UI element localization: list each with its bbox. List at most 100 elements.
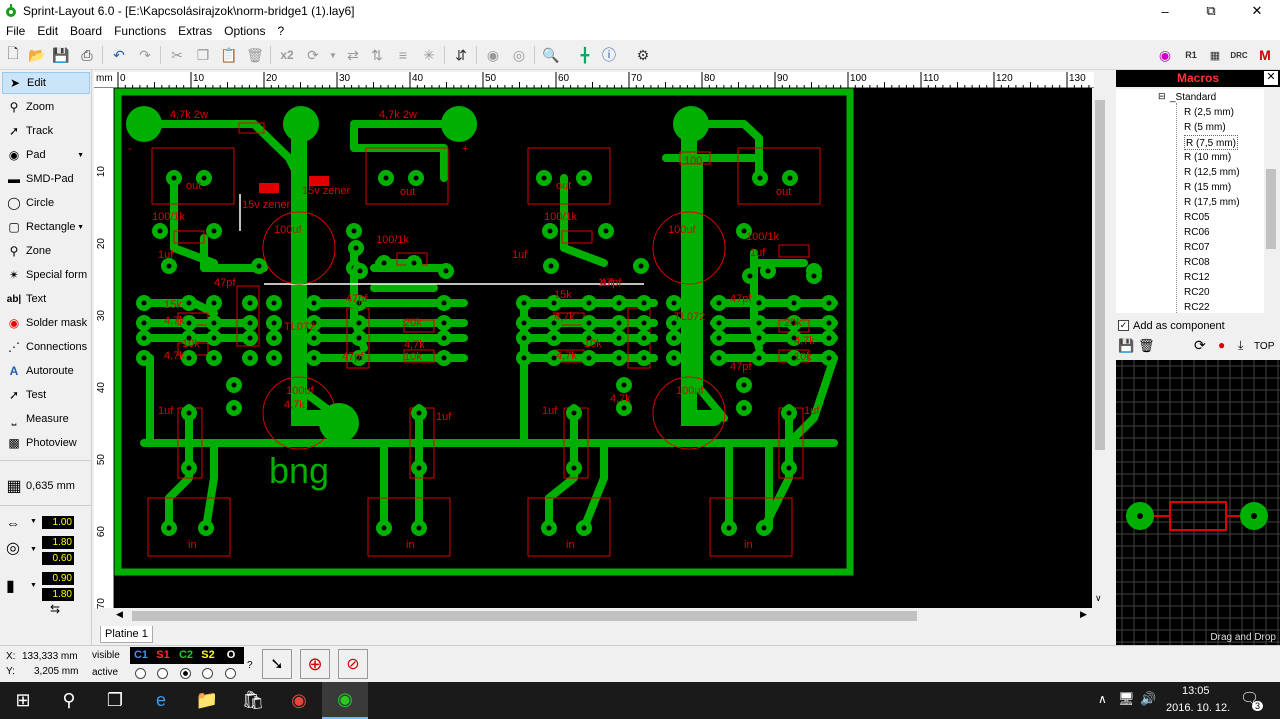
horizontal-scrollbar[interactable]: ◀ ▶ bbox=[114, 608, 1092, 624]
no-connection-icon[interactable]: ⊘ bbox=[338, 649, 368, 679]
copy-icon[interactable]: ❐ bbox=[192, 44, 214, 66]
edge-browser-icon[interactable]: e bbox=[138, 682, 184, 719]
align-icon[interactable]: ≡ bbox=[392, 44, 414, 66]
mirror-vertical-icon[interactable]: ⇅ bbox=[366, 44, 388, 66]
tool-edit[interactable]: ➤ Edit bbox=[2, 72, 90, 94]
pcb-board[interactable]: bng 4,7k 2w 4,7k 2w - + out out out out 100/1k 10… bbox=[114, 88, 1092, 608]
components-icon[interactable]: ▦ bbox=[1204, 44, 1226, 66]
tool-measure[interactable]: ⎵ Measure bbox=[2, 408, 90, 430]
layer-mirror-icon[interactable]: ⇵ bbox=[450, 44, 472, 66]
chevron-down-icon[interactable]: ∨ bbox=[1095, 593, 1102, 604]
close-button[interactable]: ✕ bbox=[1234, 0, 1280, 22]
group-icon[interactable]: ✳ bbox=[418, 44, 440, 66]
macro-item[interactable]: R (15 mm) bbox=[1184, 180, 1231, 195]
layer-c1[interactable]: C1 bbox=[130, 648, 152, 663]
macro-item[interactable]: RC22 bbox=[1184, 300, 1210, 313]
macro-item[interactable]: R (12,5 mm) bbox=[1184, 165, 1240, 180]
network-icon[interactable]: 🖥 bbox=[1118, 691, 1135, 707]
macro-item[interactable]: R (10 mm) bbox=[1184, 150, 1231, 165]
tool-text[interactable]: ab| Text bbox=[2, 288, 90, 310]
add-as-component-checkbox[interactable]: ✓ bbox=[1118, 320, 1129, 331]
chevron-down-icon[interactable]: ▼ bbox=[30, 582, 37, 589]
layer-o[interactable]: O bbox=[220, 648, 242, 663]
layer-help[interactable]: ? bbox=[247, 660, 253, 671]
pad-outer-value[interactable]: 1.80 bbox=[42, 536, 74, 549]
menu-file[interactable]: File bbox=[0, 24, 31, 38]
menu-edit[interactable]: Edit bbox=[31, 24, 64, 38]
chevron-down-icon[interactable]: ▼ bbox=[30, 518, 37, 525]
tool-zoom[interactable]: ⚲ Zoom bbox=[2, 96, 90, 118]
clock-date[interactable]: 2016. 10. 12. bbox=[1166, 702, 1230, 714]
grid-selector[interactable]: ▦ 0,635 mm bbox=[2, 475, 90, 497]
volume-icon[interactable]: 🔊 bbox=[1140, 691, 1156, 707]
smd-height-value[interactable]: 1.80 bbox=[42, 588, 74, 601]
rotate-icon[interactable]: ⟳ bbox=[302, 44, 324, 66]
upload-icon[interactable]: ⤓ bbox=[1238, 338, 1243, 353]
active-radio-s2[interactable] bbox=[202, 668, 213, 679]
macro-item[interactable]: RC08 bbox=[1184, 255, 1210, 270]
undo-icon[interactable]: ↶ bbox=[108, 44, 130, 66]
macro-item[interactable]: R (17,5 mm) bbox=[1184, 195, 1240, 210]
top-view-label[interactable]: TOP bbox=[1254, 341, 1274, 352]
chrome-icon[interactable]: ◉ bbox=[276, 682, 322, 719]
tool-zone[interactable]: ⚲ Zone bbox=[2, 240, 90, 262]
crosshair-icon[interactable]: ╋ bbox=[574, 44, 596, 66]
tool-rectangle[interactable]: ▢ Rectangle ▼ bbox=[2, 216, 90, 238]
menu-help[interactable]: ? bbox=[271, 24, 290, 38]
chevron-down-icon[interactable]: ▼ bbox=[30, 546, 37, 553]
drc-icon[interactable]: DRC bbox=[1228, 44, 1250, 66]
active-radio-c1[interactable] bbox=[135, 668, 146, 679]
delete-icon[interactable]: 🗑 bbox=[244, 44, 266, 66]
settings-gear-icon[interactable]: ⚙ bbox=[632, 44, 654, 66]
record-icon[interactable]: ● bbox=[1218, 338, 1225, 352]
layer-s1[interactable]: S1 bbox=[152, 648, 174, 663]
store-icon[interactable]: 🛍 bbox=[230, 682, 276, 719]
maximize-button[interactable]: ⧉ bbox=[1188, 0, 1234, 22]
tool-solder-mask[interactable]: ◉ Solder mask bbox=[2, 312, 90, 334]
refresh-icon[interactable]: ⟳ bbox=[1194, 337, 1206, 354]
collapse-icon[interactable]: ⊟ bbox=[1158, 91, 1166, 102]
macro-item[interactable]: R (7,5 mm) bbox=[1184, 135, 1238, 150]
macro-item[interactable]: RC06 bbox=[1184, 225, 1210, 240]
layer-s2[interactable]: S2 bbox=[197, 648, 219, 663]
chevron-down-icon[interactable]: ▼ bbox=[77, 224, 84, 231]
zoom-icon[interactable]: 🔍 bbox=[540, 44, 562, 66]
save-icon[interactable]: 💾 bbox=[1118, 338, 1134, 354]
duplicate-button[interactable]: x2 bbox=[276, 44, 298, 66]
tool-photoview[interactable]: ▩ Photoview bbox=[2, 432, 90, 454]
save-icon[interactable]: 💾 bbox=[50, 44, 72, 66]
chevron-up-icon[interactable]: ∧ bbox=[1098, 692, 1107, 706]
track-width-value[interactable]: 1.00 bbox=[42, 516, 74, 529]
menu-board[interactable]: Board bbox=[64, 24, 108, 38]
tool-autoroute[interactable]: A Autoroute bbox=[2, 360, 90, 382]
tool-connections[interactable]: ⋰ Connections bbox=[2, 336, 90, 358]
windows-start-icon[interactable]: ⊞ bbox=[0, 682, 46, 719]
vertical-scrollbar[interactable]: ∨ bbox=[1092, 88, 1108, 608]
macro-item[interactable]: RC20 bbox=[1184, 285, 1210, 300]
macro-item[interactable]: R (2,5 mm) bbox=[1184, 105, 1234, 120]
paste-icon[interactable]: 📋 bbox=[218, 44, 240, 66]
tab-platine-1[interactable]: Platine 1 bbox=[100, 626, 153, 643]
chevron-down-icon[interactable]: ▼ bbox=[322, 44, 344, 66]
smd-width-value[interactable]: 0.90 bbox=[42, 572, 74, 585]
close-icon[interactable]: ✕ bbox=[1264, 71, 1278, 85]
macro-item[interactable]: RC05 bbox=[1184, 210, 1210, 225]
macro-preview[interactable]: Drag and Drop bbox=[1116, 360, 1280, 645]
info-icon[interactable]: ⓘ bbox=[598, 44, 620, 66]
file-explorer-icon[interactable]: 📁 bbox=[184, 682, 230, 719]
chevron-right-icon[interactable]: ▶ bbox=[1080, 609, 1087, 620]
redo-icon[interactable]: ↷ bbox=[134, 44, 156, 66]
tool-circle[interactable]: ◯ Circle bbox=[2, 192, 90, 214]
search-icon[interactable]: ⚲ bbox=[46, 682, 92, 719]
rubberband-icon[interactable]: ➘ bbox=[262, 649, 292, 679]
active-radio-c2[interactable] bbox=[180, 668, 191, 679]
tool-track[interactable]: ➚ Track bbox=[2, 120, 90, 142]
tool-test[interactable]: ➚ Test bbox=[2, 384, 90, 406]
view-circle-icon[interactable]: ◉ bbox=[1154, 44, 1176, 66]
pcb-canvas[interactable]: bng 4,7k 2w 4,7k 2w - + out out out out 100/1k 10… bbox=[114, 88, 1092, 608]
clock-time[interactable]: 13:05 bbox=[1182, 685, 1210, 697]
unlock-icon[interactable]: ◎ bbox=[508, 44, 530, 66]
menu-extras[interactable]: Extras bbox=[172, 24, 218, 38]
active-radio-o[interactable] bbox=[225, 668, 236, 679]
macro-item[interactable]: R (5 mm) bbox=[1184, 120, 1226, 135]
